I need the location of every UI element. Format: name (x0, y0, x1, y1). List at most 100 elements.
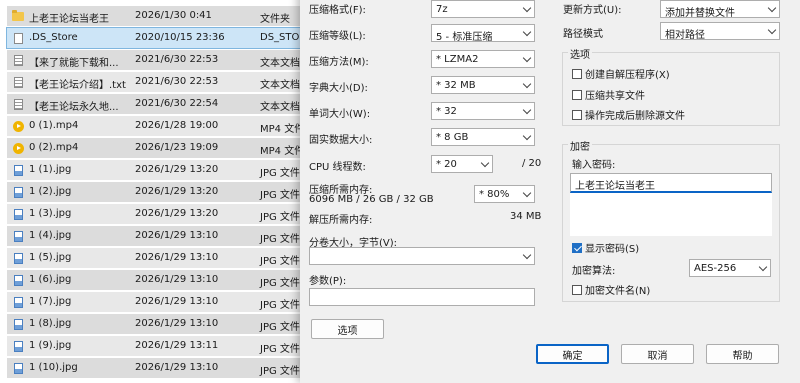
chevron-down-icon (522, 105, 532, 115)
encryption-method-select[interactable]: AES-256 (689, 259, 771, 277)
checkbox-box (572, 68, 582, 79)
image-file-icon (12, 274, 24, 286)
memory-percent-select[interactable]: * 80% (474, 185, 535, 203)
file-type: JPG 文件 (260, 366, 300, 377)
chevron-down-icon (758, 262, 768, 272)
file-row[interactable]: 【老王论坛永久地... 2021/6/30 22:54 文本文档 (7, 94, 307, 114)
chevron-down-icon (767, 3, 777, 13)
file-type: JPG 文件 (260, 256, 300, 267)
split-size-select[interactable] (309, 247, 535, 265)
file-row[interactable]: .DS_Store 2020/10/15 23:36 DS_STORE (6, 27, 310, 49)
file-icon (12, 32, 24, 44)
level-value: 5 - 标准压缩 (436, 32, 493, 43)
path-mode-select[interactable]: 相对路径 (660, 22, 780, 41)
checkbox-box (572, 109, 582, 120)
chevron-down-icon (522, 27, 532, 37)
memory-percent-value: * 80% (479, 189, 510, 200)
file-row[interactable]: 0 (2).mp4 2026/1/23 19:09 MP4 文件 (7, 138, 307, 158)
file-row[interactable]: 1 (5).jpg 2026/1/29 13:10 JPG 文件 (7, 248, 307, 268)
file-row[interactable]: 【来了就能下载和... 2021/6/30 22:53 文本文档 (7, 50, 307, 70)
encrypt-names-checkbox[interactable]: 加密文件名(N) (572, 282, 650, 297)
file-row[interactable]: 1 (7).jpg 2026/1/29 13:10 JPG 文件 (7, 292, 307, 312)
decompress-memory-label: 解压所需内存: (309, 215, 373, 226)
text-file-icon (12, 54, 24, 66)
file-type: JPG 文件 (260, 234, 300, 245)
image-file-icon (12, 186, 24, 198)
file-type: 文件夹 (260, 14, 290, 25)
delete-after-checkbox[interactable]: 操作完成后删除源文件 (572, 107, 685, 122)
file-row[interactable]: 1 (2).jpg 2026/1/29 13:20 JPG 文件 (7, 182, 307, 202)
ok-button[interactable]: 确定 (536, 344, 609, 364)
update-mode-value: 添加并替换文件 (665, 8, 735, 19)
options-button[interactable]: 选项 (311, 319, 384, 339)
image-file-icon (12, 362, 24, 374)
params-label: 参数(P): (309, 276, 347, 287)
file-row[interactable]: 1 (9).jpg 2026/1/29 13:11 JPG 文件 (7, 336, 307, 356)
file-name: 上老王论坛当老王 (29, 14, 109, 25)
file-date: 2021/6/30 22:53 (135, 76, 219, 87)
file-type: 文本文档 (260, 58, 300, 69)
dict-select[interactable]: * 32 MB (431, 76, 535, 94)
file-type: JPG 文件 (260, 300, 300, 311)
update-mode-label: 更新方式(U): (563, 5, 622, 16)
file-row[interactable]: 1 (6).jpg 2026/1/29 13:10 JPG 文件 (7, 270, 307, 290)
image-file-icon (12, 164, 24, 176)
encryption-method-label: 加密算法: (572, 266, 616, 277)
file-row[interactable]: 1 (4).jpg 2026/1/29 13:10 JPG 文件 (7, 226, 307, 246)
file-row[interactable]: 【老王论坛介绍】.txt 2021/6/30 22:53 文本文档 (7, 72, 307, 92)
file-name: .DS_Store (29, 32, 78, 43)
file-name: 【来了就能下载和... (29, 58, 119, 69)
file-date: 2026/1/29 13:10 (135, 296, 219, 307)
video-file-icon (12, 120, 24, 132)
file-name: 1 (1).jpg (29, 164, 72, 175)
file-type: JPG 文件 (260, 322, 300, 333)
password-value: 上老王论坛当老王 (575, 181, 655, 192)
file-name: 1 (9).jpg (29, 340, 72, 351)
file-row[interactable]: 1 (10).jpg 2026/1/29 13:10 JPG 文件 (7, 358, 307, 378)
cancel-button[interactable]: 取消 (621, 344, 694, 364)
options-group-title: 选项 (568, 46, 592, 61)
file-row[interactable]: 1 (1).jpg 2026/1/29 13:20 JPG 文件 (7, 160, 307, 180)
show-password-checkbox[interactable]: 显示密码(S) (572, 240, 639, 255)
password-label: 输入密码: (572, 160, 616, 171)
checkbox-box (572, 89, 582, 100)
params-input[interactable] (309, 288, 535, 306)
file-row[interactable]: 1 (8).jpg 2026/1/29 13:10 JPG 文件 (7, 314, 307, 334)
encryption-group-title: 加密 (568, 138, 592, 153)
format-value: 7z (436, 4, 448, 15)
file-name: 1 (3).jpg (29, 208, 72, 219)
word-value: * 32 (436, 106, 457, 117)
file-name: 1 (5).jpg (29, 252, 72, 263)
word-select[interactable]: * 32 (431, 102, 535, 120)
video-file-icon (12, 142, 24, 154)
solid-select[interactable]: * 8 GB (431, 128, 535, 146)
threads-total: / 20 (522, 158, 542, 169)
create-sfx-checkbox[interactable]: 创建自解压程序(X) (572, 66, 670, 81)
update-mode-select[interactable]: 添加并替换文件 (660, 0, 780, 19)
file-type: JPG 文件 (260, 190, 300, 201)
file-type: 文本文档 (260, 80, 300, 91)
level-select[interactable]: 5 - 标准压缩 (431, 24, 535, 43)
threads-select[interactable]: * 20 (431, 155, 493, 173)
compress-shared-checkbox[interactable]: 压缩共享文件 (572, 87, 645, 102)
file-name: 【老王论坛永久地... (29, 102, 119, 113)
file-row[interactable]: 0 (1).mp4 2026/1/28 19:00 MP4 文件 (7, 116, 307, 136)
format-select[interactable]: 7z (431, 0, 535, 18)
solid-value: * 8 GB (436, 132, 469, 143)
method-select[interactable]: * LZMA2 (431, 50, 535, 68)
folder-icon (12, 9, 24, 22)
file-date: 2026/1/29 13:11 (135, 340, 219, 351)
format-label: 压缩格式(F): (309, 5, 366, 16)
file-date: 2020/10/15 23:36 (135, 32, 225, 43)
password-input[interactable]: 上老王论坛当老王 (570, 173, 772, 193)
password-input-area[interactable] (570, 193, 772, 236)
word-label: 单词大小(W): (309, 109, 371, 120)
file-date: 2026/1/29 13:20 (135, 164, 219, 175)
file-row[interactable]: 1 (3).jpg 2026/1/29 13:20 JPG 文件 (7, 204, 307, 224)
help-button[interactable]: 帮助 (706, 344, 779, 364)
text-file-icon (12, 98, 24, 110)
file-row[interactable]: 上老王论坛当老王 2026/1/30 0:41 文件夹 (7, 6, 307, 26)
file-name: 【老王论坛介绍】.txt (29, 80, 126, 91)
file-name: 0 (1).mp4 (29, 120, 79, 131)
file-date: 2021/6/30 22:53 (135, 54, 219, 65)
